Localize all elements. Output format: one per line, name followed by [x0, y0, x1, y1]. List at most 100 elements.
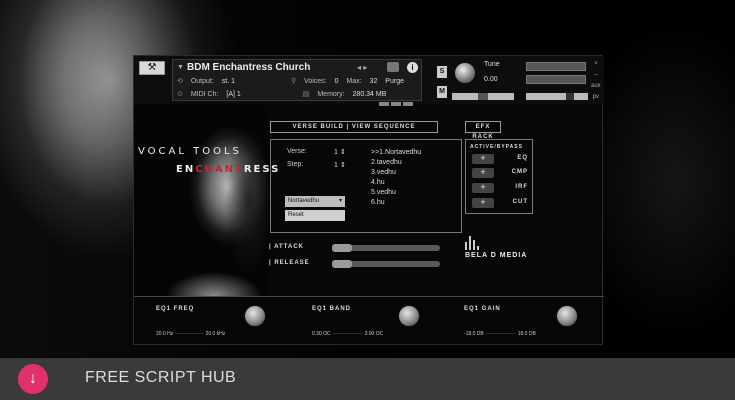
mini-meter: [379, 93, 415, 111]
syllable-dropdown[interactable]: Nortavedhu ▾: [285, 196, 345, 207]
minimize-icon[interactable]: –: [591, 70, 601, 81]
tune-knob[interactable]: [454, 62, 476, 84]
verse-value[interactable]: 1 ⇕: [334, 148, 346, 156]
efx-row-cmp[interactable]: + CMP: [472, 168, 528, 178]
eq-gain-block: EQ1 GAIN -18.0 DB ------------------ 18.0 …: [456, 297, 606, 347]
irf-toggle[interactable]: +: [472, 183, 494, 193]
level-meter-right: [526, 75, 586, 84]
active-bypass-title: ACTIVE/BYPASS: [470, 144, 523, 150]
output-icon: ⟲: [177, 78, 183, 85]
step-value[interactable]: 1 ⇕: [334, 161, 346, 169]
solo-button[interactable]: S: [437, 66, 447, 78]
reset-button[interactable]: Reset: [285, 210, 345, 221]
list-item[interactable]: 6.hu: [371, 198, 421, 208]
verse-number[interactable]: 1: [334, 149, 338, 156]
eq-gain-max: 18.0 DB: [517, 331, 536, 337]
voices-value: 0: [334, 78, 339, 85]
wrench-icon[interactable]: ⚒: [139, 61, 165, 75]
dropdown-value: Nortavedhu: [288, 198, 320, 204]
volume-slider[interactable]: [526, 93, 588, 100]
eq-band-max: 3.00 OC: [364, 331, 384, 337]
midi-channel-value[interactable]: [A] 1: [226, 91, 240, 98]
verse-build-tab[interactable]: VERSE BUILD | VIEW SEQUENCE: [270, 121, 438, 133]
midi-label: MIDI Ch:: [190, 91, 219, 98]
eq-band-min: 0.30 OC: [312, 331, 331, 337]
efx-rack-tab[interactable]: EFX RACK: [465, 121, 501, 140]
brand-text[interactable]: FREE SCRIPT HUB: [85, 369, 236, 387]
eq-freq-label: EQ1 FREQ: [156, 306, 195, 312]
purge-button[interactable]: Purge: [385, 78, 404, 85]
level-meter-left: [526, 62, 586, 71]
kontakt-header: ⚒ ▼ BDM Enchantress Church ◂ ▸ i ⟲ Outpu…: [134, 56, 604, 106]
max-label: Max:: [346, 78, 362, 85]
memory-icon: ▤: [302, 91, 310, 98]
attack-label: | ATTACK: [269, 244, 304, 250]
cmp-toggle[interactable]: +: [472, 168, 494, 178]
sequence-list: >>1.Nortavedhu 2.tavedhu 3.vedhu 4.hu 5.…: [371, 148, 421, 208]
efx-row-cut[interactable]: + CUT: [472, 198, 528, 208]
list-item[interactable]: 3.vedhu: [371, 168, 421, 178]
instrument-nav-arrows[interactable]: ◂ ▸: [357, 63, 367, 72]
irf-label: IRF: [515, 184, 528, 190]
download-icon[interactable]: ↓: [18, 364, 48, 394]
eq-gain-min: -18.0 DB: [464, 331, 484, 337]
enchantress-title-part: EN: [176, 164, 196, 175]
output-value[interactable]: st. 1: [222, 78, 235, 85]
list-item[interactable]: 5.vedhu: [371, 188, 421, 198]
voices-label: Voices:: [304, 78, 327, 85]
pan-slider[interactable]: [452, 93, 514, 100]
efx-row-eq[interactable]: + EQ: [472, 154, 528, 164]
max-voices-value[interactable]: 32: [370, 78, 378, 85]
eq-gain-knob[interactable]: [556, 305, 578, 327]
cut-toggle[interactable]: +: [472, 198, 494, 208]
eq-gain-range: -18.0 DB ------------------ 18.0 DB: [464, 331, 536, 337]
window-buttons: × – aux pv: [591, 59, 601, 103]
memory-label: Memory:: [317, 91, 345, 98]
verse-stepper-icon[interactable]: ⇕: [340, 149, 346, 156]
enchantress-title: ENCHANTRESS: [176, 164, 280, 175]
eq-freq-knob[interactable]: [244, 305, 266, 327]
step-stepper-icon[interactable]: ⇕: [340, 162, 346, 169]
efx-row-irf[interactable]: + IRF: [472, 183, 528, 193]
midi-row: ⊙ MIDI Ch: [A] 1 ▤ Memory: 280.34 MB: [177, 90, 392, 98]
step-number[interactable]: 1: [334, 162, 338, 169]
close-icon[interactable]: ×: [591, 59, 601, 70]
tune-label: Tune: [484, 61, 500, 68]
chevron-down-icon: ▾: [338, 198, 342, 204]
instrument-name[interactable]: BDM Enchantress Church: [187, 62, 310, 73]
singer-artwork: [134, 106, 284, 296]
footer-bar: ↓ FREE SCRIPT HUB: [0, 358, 735, 400]
eq-freq-max: 20.0 kHz: [205, 331, 226, 337]
step-label: Step:: [287, 161, 304, 168]
info-icon[interactable]: i: [407, 62, 418, 73]
pv-button[interactable]: pv: [591, 92, 601, 103]
logo-text: BELA D MEDIA: [465, 252, 528, 259]
output-label: Output:: [190, 78, 214, 85]
cmp-label: CMP: [511, 169, 528, 175]
enchantress-title-accent: CHANT: [195, 164, 244, 175]
attack-slider[interactable]: [332, 244, 440, 252]
eq-toggle[interactable]: +: [472, 154, 494, 164]
mute-button[interactable]: M: [437, 86, 447, 98]
artwork-shoulder: [154, 256, 264, 296]
efx-panel: ACTIVE/BYPASS + EQ + CMP + IRF + CUT: [465, 139, 533, 214]
eq-freq-block: EQ1 FREQ 20.0 Hz ----------------- 20.0 kH…: [148, 297, 298, 347]
list-item[interactable]: >>1.Nortavedhu: [371, 148, 421, 158]
list-item[interactable]: 2.tavedhu: [371, 158, 421, 168]
camera-icon[interactable]: [387, 62, 399, 72]
eq-band-block: EQ1 BAND 0.30 OC ------------------ 3.00 O…: [304, 297, 454, 347]
tune-value: 0.00: [484, 76, 498, 83]
release-label: | RELEASE: [269, 260, 310, 266]
output-row: ⟲ Output: st. 1 ⚲ Voices: 0 Max: 32 Purg…: [177, 77, 410, 85]
voices-icon: ⚲: [290, 78, 297, 85]
collapse-triangle-icon[interactable]: ▼: [177, 64, 184, 71]
eq-band-range: 0.30 OC ------------------ 3.00 OC: [312, 331, 384, 337]
verse-panel: Verse: 1 ⇕ Step: 1 ⇕ >>1.Nortavedhu 2.ta…: [270, 139, 462, 233]
eq-band-knob[interactable]: [398, 305, 420, 327]
release-slider[interactable]: [332, 260, 440, 268]
eq-freq-range: 20.0 Hz ----------------- 20.0 kHz: [156, 331, 226, 337]
list-item[interactable]: 4.hu: [371, 178, 421, 188]
eq-row: EQ1 FREQ 20.0 Hz ----------------- 20.0 kH…: [134, 296, 604, 346]
vocal-tools-title: VOCAL TOOLS: [138, 146, 242, 157]
aux-button[interactable]: aux: [591, 81, 601, 92]
